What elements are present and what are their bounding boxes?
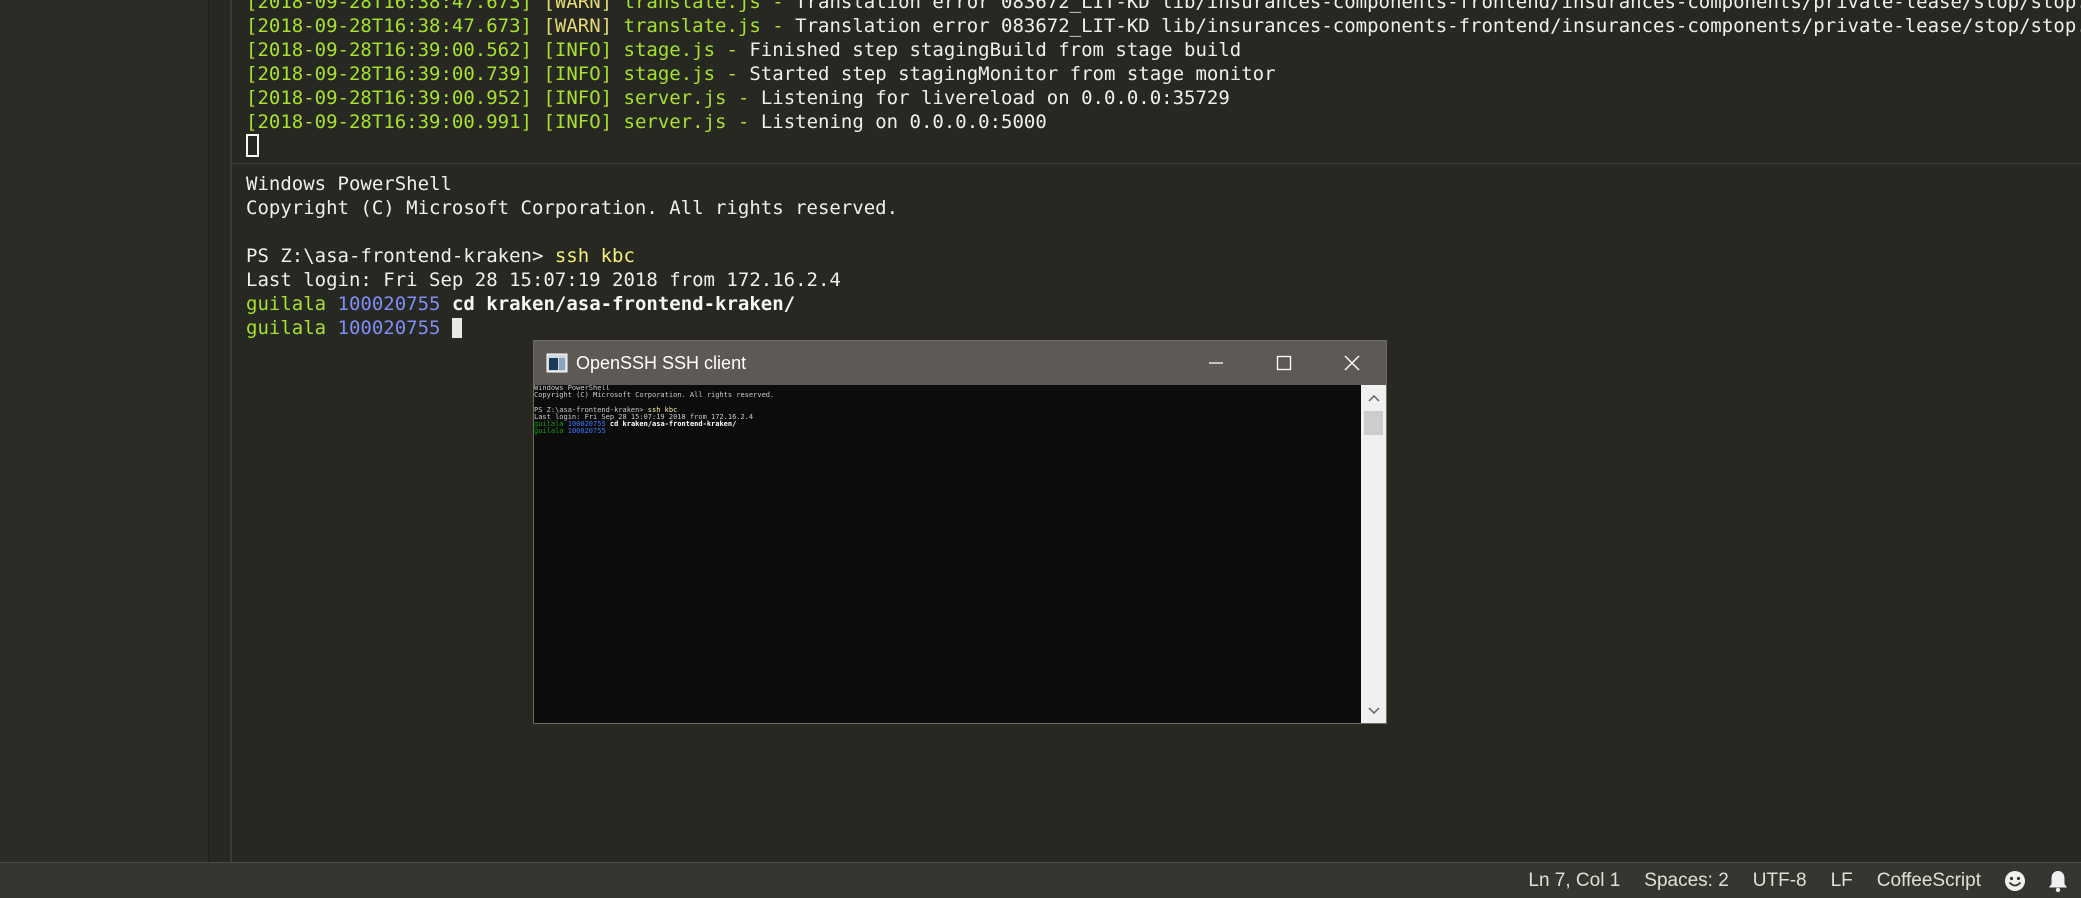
chevron-down-icon bbox=[1367, 706, 1380, 714]
ps-prompt: PS Z:\asa-frontend-kraken> bbox=[246, 245, 555, 267]
log-source: server.js - bbox=[623, 87, 750, 109]
cursor-position[interactable]: Ln 7, Col 1 bbox=[1516, 870, 1632, 892]
log-timestamp: [2018-09-28T16:39:00.991] bbox=[246, 111, 532, 133]
log-level: [WARN] bbox=[543, 15, 613, 37]
left-panel bbox=[0, 0, 209, 862]
ps-banner-line: Windows PowerShell bbox=[246, 173, 452, 195]
ssh-scrollbar[interactable] bbox=[1361, 385, 1386, 723]
log-line: [2018-09-28T16:38:47.673] [WARN] transla… bbox=[232, 0, 2081, 14]
log-cursor-line bbox=[232, 134, 2081, 158]
maximize-icon bbox=[1276, 355, 1292, 371]
console-app-icon bbox=[546, 353, 568, 373]
line-endings[interactable]: LF bbox=[1819, 870, 1865, 892]
scroll-down-button[interactable] bbox=[1361, 698, 1386, 723]
log-source: stage.js - bbox=[623, 39, 738, 61]
shell-user: guilala bbox=[246, 317, 327, 339]
file-encoding[interactable]: UTF-8 bbox=[1741, 870, 1819, 892]
language-mode[interactable]: CoffeeScript bbox=[1865, 870, 1993, 892]
close-button[interactable] bbox=[1318, 341, 1386, 385]
terminal-gutter bbox=[209, 0, 232, 862]
terminal-cursor bbox=[451, 318, 462, 338]
terminal-cursor-outline bbox=[246, 134, 259, 157]
log-line: [2018-09-28T16:39:00.952] [INFO] server.… bbox=[232, 86, 2081, 110]
shell-uid: 100020755 bbox=[337, 293, 441, 315]
mini-cd-line: guilala 100020755 cd kraken/asa-frontend… bbox=[534, 419, 737, 428]
ps-copyright-line: Copyright (C) Microsoft Corporation. All… bbox=[246, 197, 899, 219]
ps-prompt-line: PS Z:\asa-frontend-kraken> ssh kbc bbox=[232, 244, 2081, 268]
log-level: [WARN] bbox=[543, 0, 613, 13]
minimize-icon bbox=[1209, 362, 1223, 364]
mini-shell-prompt: guilala 100020755 bbox=[534, 427, 606, 436]
log-source: translate.js - bbox=[623, 15, 784, 37]
status-bar: Ln 7, Col 1 Spaces: 2 UTF-8 LF CoffeeScr… bbox=[0, 862, 2081, 898]
ssh-window-title: OpenSSH SSH client bbox=[576, 352, 747, 373]
last-login-line: Last login: Fri Sep 28 15:07:19 2018 fro… bbox=[246, 269, 841, 291]
log-timestamp: [2018-09-28T16:39:00.739] bbox=[246, 63, 532, 85]
log-timestamp: [2018-09-28T16:39:00.952] bbox=[246, 87, 532, 109]
log-level: [INFO] bbox=[543, 63, 613, 85]
log-level: [INFO] bbox=[543, 39, 613, 61]
chevron-up-icon bbox=[1367, 394, 1380, 402]
smiley-feedback-icon[interactable] bbox=[2003, 869, 2027, 893]
log-terminal-pane[interactable]: [2018-09-28T16:38:47.673] [WARN] transla… bbox=[232, 0, 2081, 164]
shell-uid: 100020755 bbox=[337, 317, 441, 339]
minimize-button[interactable] bbox=[1182, 341, 1250, 385]
log-level: [INFO] bbox=[543, 87, 613, 109]
log-message: Finished step stagingBuild from stage bu… bbox=[737, 39, 1242, 61]
log-source: stage.js - bbox=[623, 63, 738, 85]
openssh-window[interactable]: OpenSSH SSH client Windows PowerShell Co… bbox=[533, 340, 1387, 724]
ssh-console-content[interactable]: Windows PowerShell Copyright (C) Microso… bbox=[534, 385, 1360, 723]
log-message: Listening on 0.0.0.0:5000 bbox=[749, 111, 1047, 133]
log-message: Translation error 083672_LIT-KD lib/insu… bbox=[783, 0, 2081, 13]
shell-prompt-line[interactable]: guilala 100020755 bbox=[232, 316, 2081, 340]
scroll-thumb[interactable] bbox=[1364, 411, 1383, 435]
indentation[interactable]: Spaces: 2 bbox=[1632, 870, 1741, 892]
log-line: [2018-09-28T16:39:00.991] [INFO] server.… bbox=[232, 110, 2081, 134]
log-line: [2018-09-28T16:39:00.739] [INFO] stage.j… bbox=[232, 62, 2081, 86]
ssh-titlebar[interactable]: OpenSSH SSH client bbox=[534, 341, 1386, 385]
log-source: server.js - bbox=[623, 111, 750, 133]
log-message: Listening for livereload on 0.0.0.0:3572… bbox=[749, 87, 1230, 109]
log-timestamp: [2018-09-28T16:39:00.562] bbox=[246, 39, 532, 61]
maximize-button[interactable] bbox=[1250, 341, 1318, 385]
bell-notifications-icon[interactable] bbox=[2047, 869, 2071, 893]
shell-cd-line: guilala 100020755 cd kraken/asa-frontend… bbox=[232, 292, 2081, 316]
log-timestamp: [2018-09-28T16:38:47.673] bbox=[246, 15, 532, 37]
log-timestamp: [2018-09-28T16:38:47.673] bbox=[246, 0, 532, 13]
log-message: Started step stagingMonitor from stage m… bbox=[737, 63, 1276, 85]
log-source: translate.js - bbox=[623, 0, 784, 13]
log-message: Translation error 083672_LIT-KD lib/insu… bbox=[783, 15, 2081, 37]
log-level: [INFO] bbox=[543, 111, 613, 133]
close-icon bbox=[1344, 355, 1360, 371]
scroll-up-button[interactable] bbox=[1361, 385, 1386, 410]
mini-copyright: Copyright (C) Microsoft Corporation. All… bbox=[534, 391, 775, 400]
log-line: [2018-09-28T16:38:47.673] [WARN] transla… bbox=[232, 14, 2081, 38]
shell-user: guilala bbox=[246, 293, 327, 315]
log-line: [2018-09-28T16:39:00.562] [INFO] stage.j… bbox=[232, 38, 2081, 62]
cd-command: cd kraken/asa-frontend-kraken/ bbox=[451, 293, 796, 315]
ssh-command: ssh kbc bbox=[554, 245, 635, 267]
